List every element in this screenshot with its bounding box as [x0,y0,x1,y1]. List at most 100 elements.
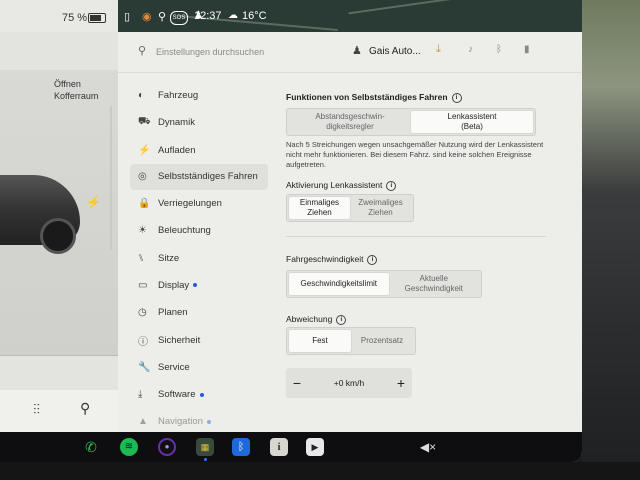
sidebar-item-service[interactable]: 🔧 Service [130,354,268,381]
sidebar-item-aufladen[interactable]: ⚡ Aufladen [130,137,268,164]
controls-sliders-icon[interactable]: ⫶⫶ [33,401,40,418]
sidebar-item-beleuchtung[interactable]: ☀ Beleuchtung [130,217,268,244]
sidebar-item-label: Selbstständiges Fahren [158,171,258,183]
search-icon: ⚲ [138,45,147,57]
autopilot-features-title: Funktionen von Selbstständiges Fahren i [286,92,462,103]
status-bar: 75 % ▯ ◉ ⚲ SOS ♟ 12:37 ☁ 16°C [0,0,582,32]
divider [286,236,546,237]
lock-icon: 🔒 [138,198,151,210]
offset-stepper: − +0 km/h + [286,368,412,398]
offset-selector: Fest Prozentsatz [286,327,416,355]
autosteer-activation-title: Aktivierung Lenkassistent i [286,180,397,191]
option-autosteer[interactable]: Lenkassistent (Beta) [411,111,533,133]
settings-sidebar: ◐ Fahrzeug ⛟ Dynamik ⚡ Aufladen ◎ Selbstständig… [130,82,268,436]
autopilot-features-selector: Abstandsgeschwin- digkeitsregler Lenkass… [286,108,536,136]
option-double-pull[interactable]: Zweimaliges Ziehen [350,197,411,219]
sidebar-item-label: Navigation [158,416,203,428]
info-icon[interactable]: i [367,255,378,265]
car-wheel [40,218,76,254]
steering-wheel-icon: ◎ [138,171,147,183]
navigation-icon: ▲ [138,416,148,428]
decrease-button[interactable]: − [286,375,308,391]
battery-percentage: 75 % [62,12,88,24]
display-icon: ▭ [138,279,148,291]
sidebar-item-software[interactable]: ⤓ Software [130,381,268,408]
option-current-speed[interactable]: Aktuelle Geschwindigkeit [389,273,479,295]
divider [0,355,118,356]
wrench-icon: 🔧 [138,361,151,373]
clock-time: 12:37 [194,10,222,22]
temperature: 16°C [242,10,267,22]
sidebar-item-label: Verriegelungen [158,198,222,210]
option-speed-limit[interactable]: Geschwindigkeitslimit [289,273,389,295]
update-dot [206,419,211,424]
phone-icon[interactable]: ✆ [82,438,100,456]
sidebar-item-label: Planen [158,307,188,319]
spotify-icon[interactable]: ≋ [120,438,138,456]
sidebar-item-verriegelungen[interactable]: 🔒 Verriegelungen [130,190,268,217]
sidebar-item-dynamik[interactable]: ⛟ Dynamik [130,109,268,136]
sidebar-item-planen[interactable]: ◷ Planen [130,299,268,326]
phone-status-icon: ▯ [124,11,131,23]
apps-icon[interactable]: ▦ [196,438,214,456]
touchscreen: 75 % ▯ ◉ ⚲ SOS ♟ 12:37 ☁ 16°C Öffnen Kof… [0,0,582,462]
dashcam-icon: ◉ [142,11,152,23]
trunk-indicator [110,106,112,250]
sidebar-item-fahrzeug[interactable]: ◐ Fahrzeug [130,82,268,109]
sidebar-item-selbstständiges-fahren[interactable]: ◎ Selbstständiges Fahren [130,163,268,190]
sidebar-item-label: Fahrzeug [158,90,199,102]
battery-icon [88,13,106,23]
info-icon[interactable]: i [386,181,397,191]
bluetooth-icon[interactable]: ᛒ [232,438,250,456]
sidebar-item-label: Service [158,361,190,373]
window-background [582,0,640,480]
download-icon[interactable]: ⤓ [436,43,441,56]
profile-name[interactable]: Gais Auto... [369,46,421,57]
sidebar-item-sitze[interactable]: ⑊ Sitze [130,244,268,271]
app-dock: ✆ ≋ ● ▦ ᛒ i ▶ ◀× [0,432,582,462]
search-icon[interactable]: ⚲ [80,400,90,417]
option-percentage[interactable]: Prozentsatz [351,330,413,352]
sidebar-item-label: Sicherheit [158,334,201,346]
offset-value: +0 km/h [333,378,365,388]
sidebar-item-sicherheit[interactable]: ⓘ Sicherheit [130,326,268,353]
info-icon[interactable]: i [451,93,462,103]
option-single-pull[interactable]: Einmaliges Ziehen [289,197,350,219]
status-map: ▯ ◉ ⚲ SOS ♟ 12:37 ☁ 16°C [118,0,582,32]
settings-search-input[interactable] [154,42,338,62]
sidebar-item-display[interactable]: ▭ Display [130,272,268,299]
dashboard-trim [0,462,640,480]
passenger-airbag-icon: ⚲ [158,11,167,23]
option-fixed[interactable]: Fest [289,330,351,352]
weather-cloud-icon: ☁ [228,10,238,21]
toggle-icon: ◐ [138,90,145,102]
clock-icon: ◷ [138,307,147,319]
shield-icon: ⓘ [138,336,148,348]
info-icon[interactable]: i [336,315,347,325]
autosteer-description: Nach 5 Streichungen wegen unsachgemäßer … [286,140,544,169]
charge-port-icon[interactable]: ⚡ [86,195,101,209]
sidebar-item-label: Software [158,389,196,401]
open-trunk-button[interactable]: Öffnen Kofferraum [54,78,98,102]
trunk-label-line1: Öffnen [54,79,81,89]
media-player-icon[interactable]: ▶ [306,438,324,456]
sidebar-item-label: Sitze [158,252,180,264]
volume-mute-icon[interactable]: ◀× [414,438,442,456]
camera-icon[interactable]: ● [158,438,176,456]
seat-icon: ⑊ [138,252,144,264]
increase-button[interactable]: + [390,375,412,391]
manual-icon[interactable]: i [270,438,288,456]
activation-selector: Einmaliges Ziehen Zweimaliges Ziehen [286,194,414,222]
light-icon: ☀ [138,225,147,237]
car-icon: ⛟ [138,116,151,128]
trunk-label-line2: Kofferraum [54,91,99,101]
update-dot [199,392,204,397]
bell-icon[interactable]: ♪ [468,44,473,55]
bolt-icon: ⚡ [138,144,151,156]
bluetooth-icon[interactable]: ᛒ [496,44,502,55]
signal-icon[interactable]: ▮ [524,44,530,55]
option-traffic-aware-cruise[interactable]: Abstandsgeschwin- digkeitsregler [289,111,411,133]
sidebar-item-label: Display [158,279,190,291]
profile-icon[interactable]: ♟ [352,44,362,57]
settings-header: ⚲ ♟ Gais Auto... ⤓ ♪ ᛒ ▮ [118,32,582,73]
